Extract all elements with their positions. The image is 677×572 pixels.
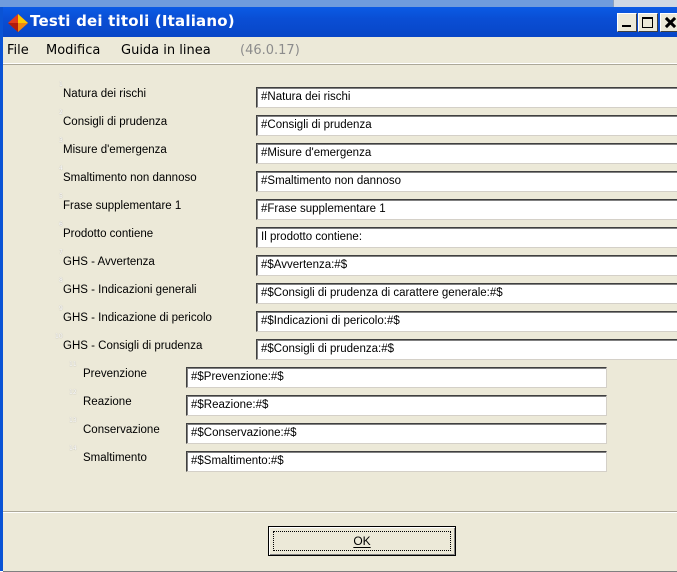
row-label: GHS - Consigli di prudenza — [63, 340, 203, 352]
row-number: 12 — [69, 389, 77, 396]
menu-bar: File Modifica Guida in linea (46.0.17) — [3, 39, 677, 63]
row-number: 7 — [59, 249, 63, 256]
row-value-field[interactable]: #Frase supplementare 1 — [256, 199, 677, 220]
row-number: 14 — [69, 445, 77, 452]
row-label: Frase supplementare 1 — [63, 200, 182, 212]
row-label: GHS - Avvertenza — [63, 256, 155, 268]
dialog-window: Testi dei titoli (Italiano) File Modific… — [0, 7, 677, 572]
menu-help[interactable]: Guida in linea — [121, 43, 211, 58]
row-value-field[interactable]: #$Prevenzione:#$ — [186, 367, 607, 388]
menu-file[interactable]: File — [7, 43, 29, 58]
row-value-field[interactable]: #Misure d'emergenza — [256, 143, 677, 164]
row-label: Smaltimento non dannoso — [63, 172, 197, 184]
row-value-field[interactable]: #Smaltimento non dannoso — [256, 171, 677, 192]
row-value-field[interactable]: #$Conservazione:#$ — [186, 423, 607, 444]
row-label: Natura dei rischi — [63, 88, 147, 100]
row-value-field[interactable]: #$Avvertenza:#$ — [256, 255, 677, 276]
window-title: Testi dei titoli (Italiano) — [30, 12, 235, 30]
minimize-button[interactable] — [617, 13, 637, 32]
row-number: 1 — [59, 81, 63, 88]
row-label: GHS - Indicazione di pericolo — [63, 312, 212, 324]
ok-button[interactable]: OK — [268, 526, 456, 556]
row-value-field[interactable]: #Consigli di prudenza — [256, 115, 677, 136]
ok-button-label: OK — [353, 534, 371, 548]
maximize-button[interactable] — [638, 13, 658, 32]
menu-version: (46.0.17) — [240, 43, 300, 58]
row-value-field[interactable]: #$Indicazioni di pericolo:#$ — [256, 311, 677, 332]
row-value-field[interactable]: #$Reazione:#$ — [186, 395, 607, 416]
row-label: GHS - Indicazioni generali — [63, 284, 197, 296]
row-value-field[interactable]: #$Smaltimento:#$ — [186, 451, 607, 472]
row-label: Smaltimento — [83, 452, 147, 464]
row-number: 8 — [59, 277, 63, 284]
title-bar[interactable]: Testi dei titoli (Italiano) — [3, 7, 677, 37]
background-strip — [0, 0, 677, 7]
row-number: 9 — [59, 305, 63, 312]
row-number: 5 — [59, 193, 63, 200]
row-label: Misure d'emergenza — [63, 144, 167, 156]
row-number: 10 — [55, 333, 63, 340]
row-value-field[interactable]: #Natura dei rischi — [256, 87, 677, 108]
row-label: Reazione — [83, 396, 132, 408]
row-number: 2 — [59, 109, 63, 116]
menu-edit[interactable]: Modifica — [46, 43, 100, 58]
row-label: Consigli di prudenza — [63, 116, 168, 128]
row-number: 13 — [69, 417, 77, 424]
row-label: Conservazione — [83, 424, 160, 436]
close-button[interactable] — [660, 13, 677, 32]
row-label: Prevenzione — [83, 368, 147, 380]
app-diamond-icon — [8, 14, 28, 32]
row-value-field[interactable]: Il prodotto contiene: — [256, 227, 677, 248]
row-value-field[interactable]: #$Consigli di prudenza:#$ — [256, 339, 677, 360]
row-number: 4 — [59, 165, 63, 172]
row-number: 11 — [69, 361, 77, 368]
menubar-divider-shadow — [3, 64, 677, 65]
row-value-field[interactable]: #$Consigli di prudenza di carattere gene… — [256, 283, 677, 304]
row-number: 6 — [59, 221, 63, 228]
row-number: 3 — [59, 137, 63, 144]
row-label: Prodotto contiene — [63, 228, 154, 240]
